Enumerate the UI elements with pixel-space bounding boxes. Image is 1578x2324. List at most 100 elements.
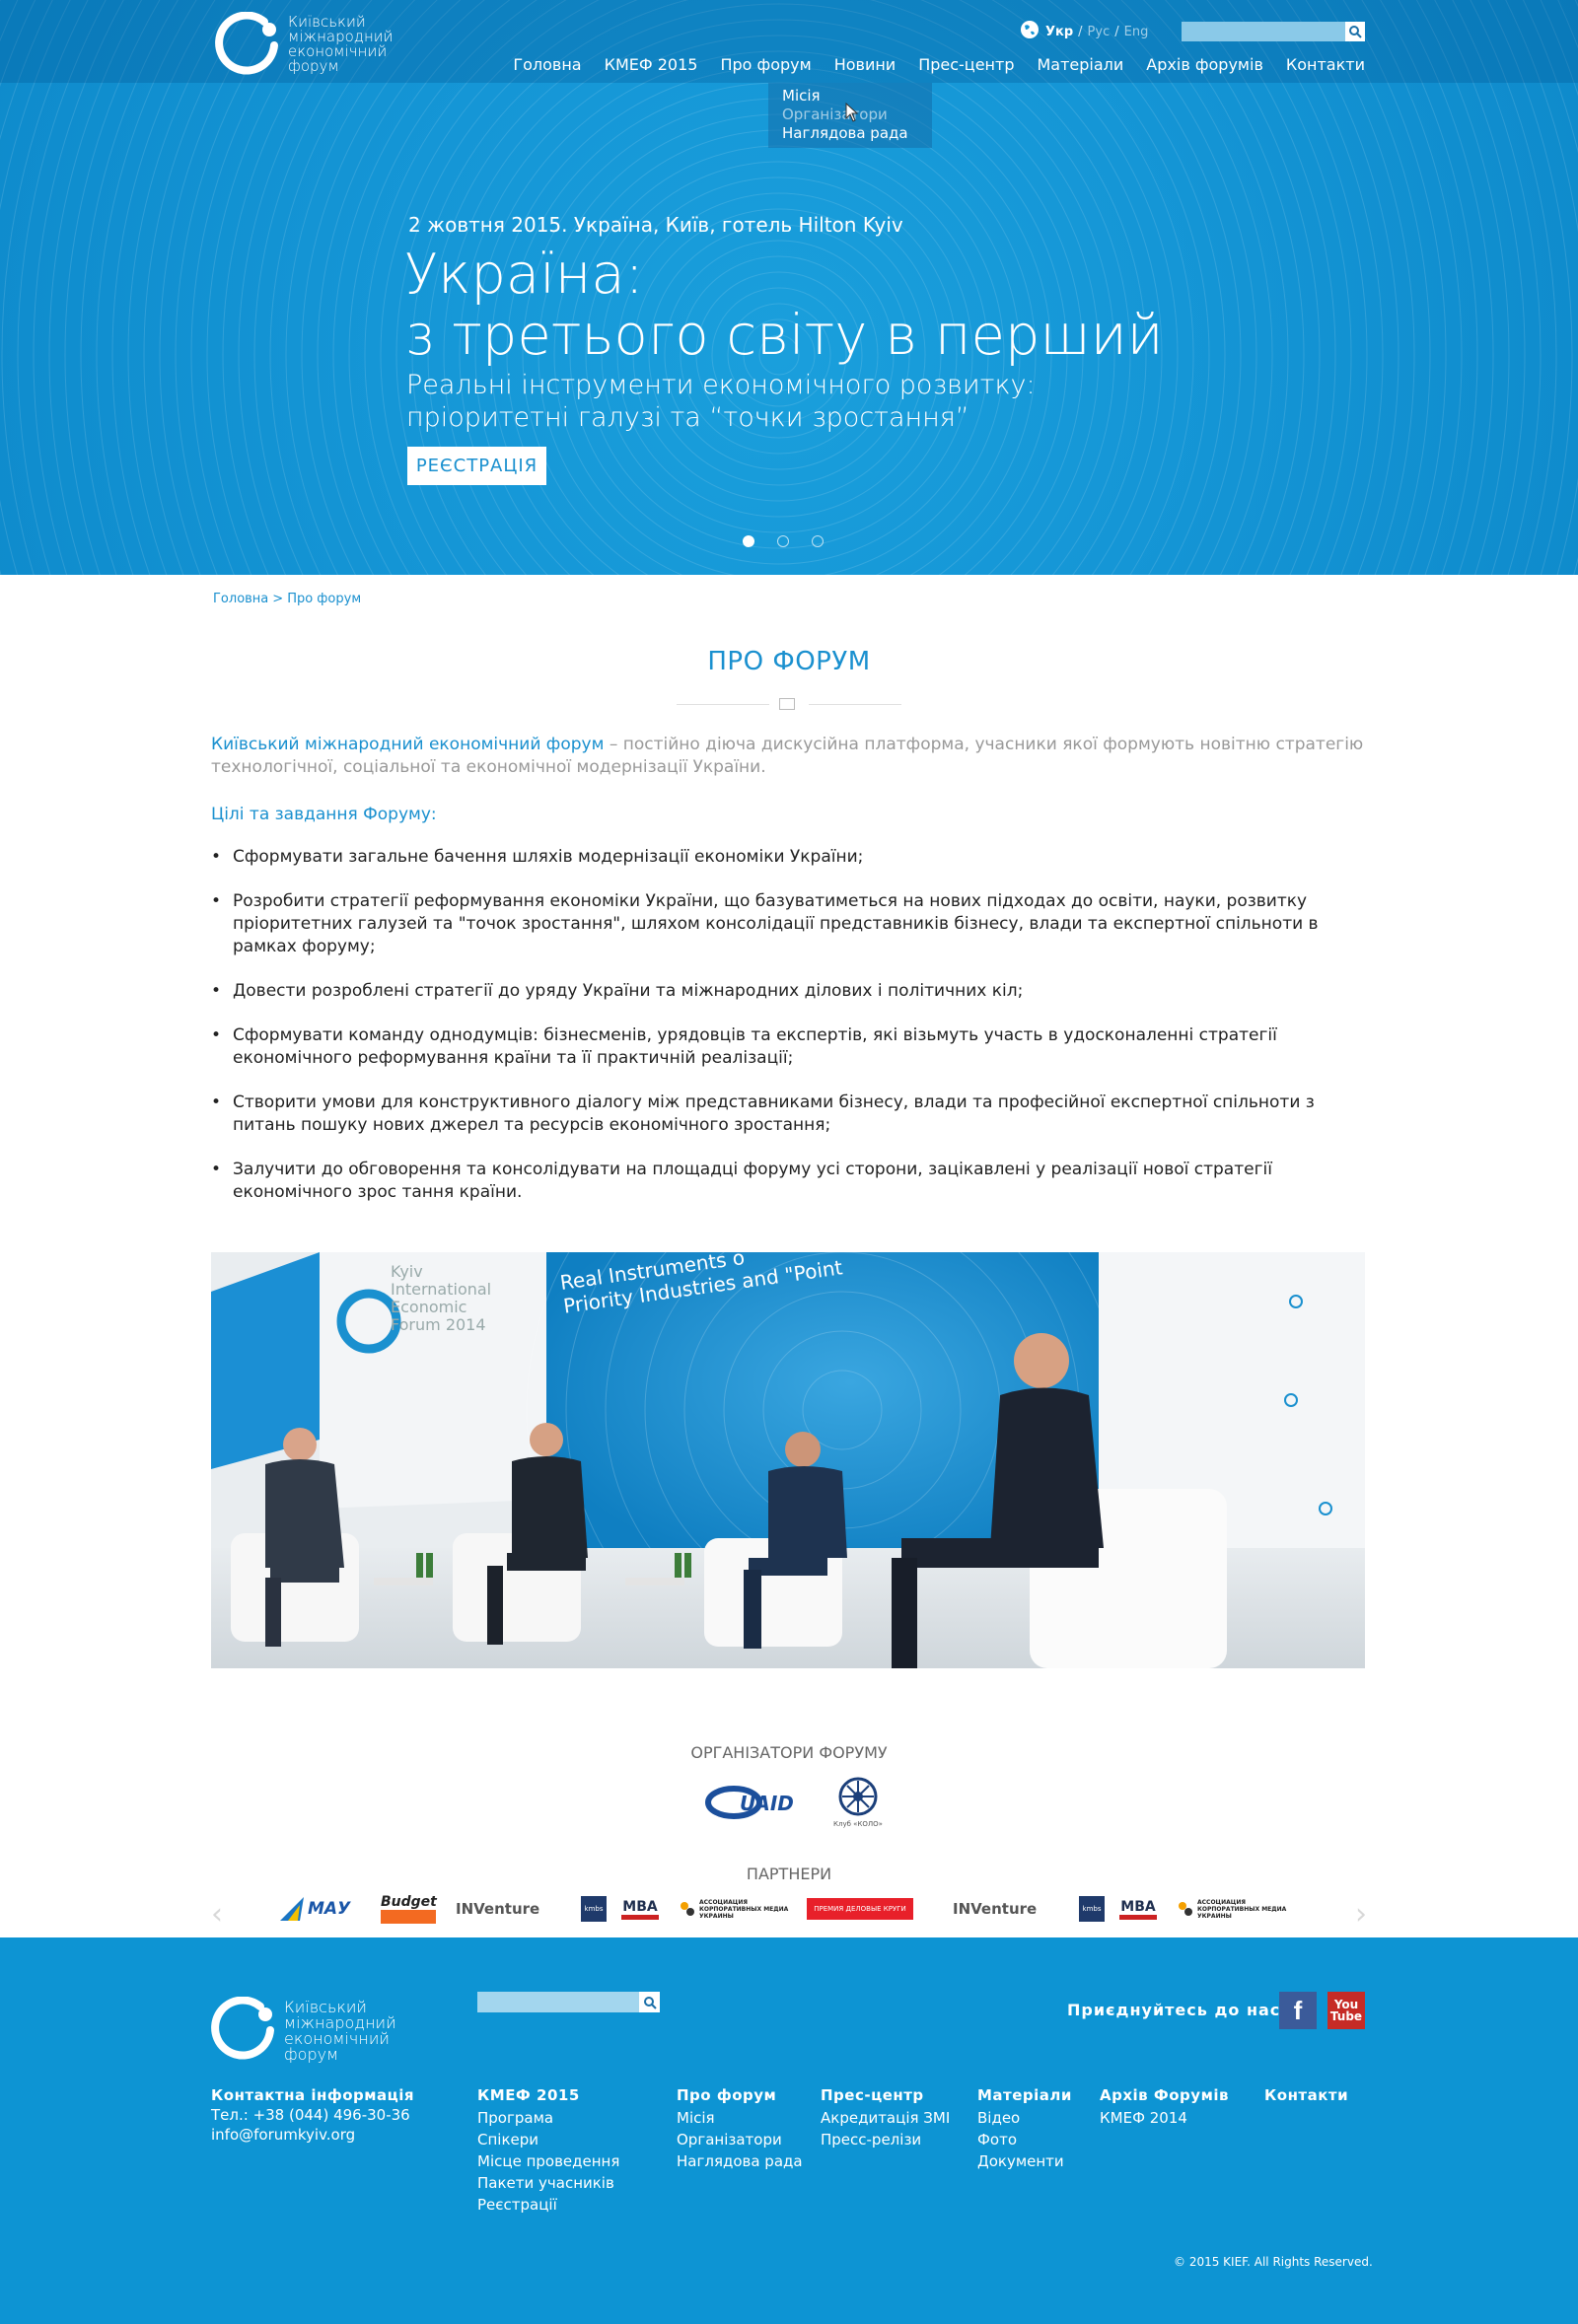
breadcrumb-current: Про форум [287, 592, 362, 606]
contact-info: Контактна інформація Тел.: +38 (044) 496… [211, 2085, 414, 2145]
lang-rus[interactable]: Рус [1088, 25, 1111, 39]
hero-subtitle: Реальні інструменти економічного розвитк… [406, 370, 1036, 433]
footer-logo[interactable]: Київський міжнародний економічний форум [211, 1996, 396, 2066]
organizers-title: ОРГАНІЗАТОРИ ФОРУМУ [690, 1743, 888, 1762]
footer-link[interactable]: Організатори [677, 2129, 803, 2150]
youtube-icon[interactable]: You Tube [1327, 1992, 1365, 2029]
register-button[interactable]: РЕЄСТРАЦІЯ [407, 447, 546, 485]
footer-link[interactable]: Фото [977, 2129, 1072, 2150]
lang-separator: / [1114, 24, 1119, 39]
footer-link[interactable]: Пресс-релізи [821, 2129, 950, 2150]
partner-logo-mba-2[interactable]: MBA [1119, 1889, 1157, 1929]
lang-eng[interactable]: Eng [1124, 25, 1149, 39]
svg-text:UAID: UAID [740, 1792, 794, 1815]
partners-carousel: ‹ › МАУ Budget INVenture kmbs MBA АССОЦИ… [211, 1889, 1367, 1932]
footer-col-about: Про форум Місія Організатори Наглядова р… [677, 2085, 803, 2172]
dropdown-item-board[interactable]: Наглядова рада [782, 124, 932, 143]
footer-col-materials: Матеріали Відео Фото Документи [977, 2085, 1072, 2172]
main-nav: Головна КМЕФ 2015 Про форум Новини Прес-… [490, 55, 1365, 74]
footer-col-archive: Архів Форумів КМЕФ 2014 [1100, 2085, 1229, 2129]
partner-logo-akmu[interactable]: АССОЦИАЦИЯ КОРПОРАТИВНЫХ МЕДИА УКРАИНЫ [679, 1889, 798, 1929]
list-item: Довести розроблені стратегії до уряду Ук… [211, 980, 1355, 1003]
forum-panel-photo: Kyiv International Economic Forum 2014 R… [211, 1252, 1365, 1668]
logo-mark-icon [215, 11, 284, 77]
breadcrumb-home[interactable]: Головна [213, 592, 268, 606]
partner-logo-kmbs-2[interactable]: kmbs [1079, 1889, 1105, 1929]
globe-icon [1020, 20, 1040, 43]
site-logo[interactable]: Київський міжнародний економічний форум [215, 11, 394, 77]
footer-link[interactable]: Місія [677, 2107, 803, 2129]
copyright: © 2015 KIEF. All Rights Reserved. [1174, 2255, 1373, 2269]
partner-logo-inventure[interactable]: INVenture [456, 1889, 539, 1929]
hero-date: 2 жовтня 2015. Україна, Київ, готель Hil… [408, 213, 903, 237]
slider-dot-1[interactable] [743, 535, 754, 547]
partner-logo-akmu-2[interactable]: АССОЦИАЦИЯ КОРПОРАТИВНЫХ МЕДИА УКРАИНЫ [1177, 1889, 1296, 1929]
nav-item-press-center[interactable]: Прес-центр [918, 55, 1014, 74]
lang-separator: / [1078, 24, 1083, 39]
footer-search-input[interactable] [477, 1992, 660, 2012]
footer-link[interactable]: Акредитація ЗМІ [821, 2107, 950, 2129]
nav-item-archive[interactable]: Архів форумів [1146, 55, 1263, 74]
partner-logo-business-circles[interactable]: ПРЕМИЯ ДЕЛОВЫЕ КРУГИ [807, 1889, 913, 1929]
footer-link[interactable]: Пакети учасників [477, 2172, 619, 2194]
nav-item-materials[interactable]: Матеріали [1037, 55, 1123, 74]
organizer-logo-uaid[interactable]: UAID [704, 1777, 813, 1826]
list-item: Створити умови для конструктивного діало… [211, 1092, 1355, 1137]
footer-link[interactable]: Реєстрації [477, 2194, 619, 2216]
partner-logo-kmbs[interactable]: kmbs [581, 1889, 607, 1929]
search-icon[interactable] [1345, 22, 1365, 41]
footer-link[interactable]: Документи [977, 2150, 1072, 2172]
hero-slider: Київський міжнародний економічний форум … [0, 0, 1578, 575]
slider-dot-2[interactable] [777, 535, 789, 547]
contact-email[interactable]: info@forumkyiv.org [211, 2126, 355, 2144]
footer-col-kmef: КМЕФ 2015 Програма Спікери Місце проведе… [477, 2085, 619, 2216]
list-item: Розробити стратегії реформування економі… [211, 890, 1355, 958]
list-item: Залучити до обговорення та консолідувати… [211, 1159, 1355, 1204]
facebook-icon[interactable]: f [1279, 1992, 1317, 2029]
lang-ukr[interactable]: Укр [1045, 25, 1073, 39]
footer-col-heading[interactable]: Прес-центр [821, 2085, 950, 2105]
organizer-logo-kolo[interactable]: Клуб «КОЛО» [832, 1775, 884, 1828]
contact-heading: Контактна інформація [211, 2086, 415, 2104]
page-title: ПРО ФОРУМ [707, 647, 871, 676]
footer-col-heading[interactable]: Контакти [1264, 2085, 1348, 2105]
document-icon [779, 698, 795, 710]
carousel-prev-icon[interactable]: ‹ [211, 1897, 223, 1932]
footer-link[interactable]: Наглядова рада [677, 2150, 803, 2172]
title-divider [677, 698, 901, 710]
slider-dot-3[interactable] [812, 535, 824, 547]
breadcrumb-separator: > [272, 592, 284, 606]
footer-logo-text: Київський міжнародний економічний форум [284, 1998, 396, 2064]
intro-highlight: Київський міжнародний економічний форум [211, 735, 605, 754]
nav-item-contacts[interactable]: Контакти [1286, 55, 1365, 74]
footer-col-heading[interactable]: КМЕФ 2015 [477, 2085, 619, 2105]
footer-col-heading[interactable]: Матеріали [977, 2085, 1072, 2105]
footer-col-heading[interactable]: Архів Форумів [1100, 2085, 1229, 2105]
nav-item-home[interactable]: Головна [513, 55, 581, 74]
footer-link[interactable]: КМЕФ 2014 [1100, 2107, 1229, 2129]
nav-item-about[interactable]: Про форум [720, 55, 811, 74]
partner-logo-inventure-2[interactable]: INVenture [953, 1889, 1037, 1929]
carousel-next-icon[interactable]: › [1355, 1897, 1367, 1932]
logo-text: Київський міжнародний економічний форум [288, 13, 394, 75]
nav-item-kmef-2015[interactable]: КМЕФ 2015 [605, 55, 698, 74]
header-search-input[interactable] [1182, 22, 1365, 41]
footer-col-contacts: Контакти [1264, 2085, 1348, 2107]
partner-logo-mau[interactable]: МАУ [280, 1889, 350, 1929]
partner-logo-budget[interactable]: Budget [381, 1889, 437, 1929]
footer-col-heading[interactable]: Про форум [677, 2085, 803, 2105]
footer-link[interactable]: Відео [977, 2107, 1072, 2129]
footer-link[interactable]: Місце проведення [477, 2150, 619, 2172]
partners-title: ПАРТНЕРИ [746, 1865, 832, 1883]
footer-col-press: Прес-центр Акредитація ЗМІ Пресс-релізи [821, 2085, 950, 2150]
nav-item-news[interactable]: Новини [834, 55, 897, 74]
goals-list: Сформувати загальне бачення шляхів модер… [211, 846, 1355, 1226]
hero-title: Україна: з третього світу в перший [404, 243, 1164, 368]
partner-logo-mba[interactable]: MBA [621, 1889, 659, 1929]
site-footer: Київський міжнародний економічний форум … [0, 1937, 1578, 2324]
logo-mark-icon [211, 1996, 280, 2066]
footer-link[interactable]: Спікери [477, 2129, 619, 2150]
search-icon[interactable] [639, 1992, 660, 2012]
footer-link[interactable]: Програма [477, 2107, 619, 2129]
mouse-cursor-icon [845, 102, 859, 126]
